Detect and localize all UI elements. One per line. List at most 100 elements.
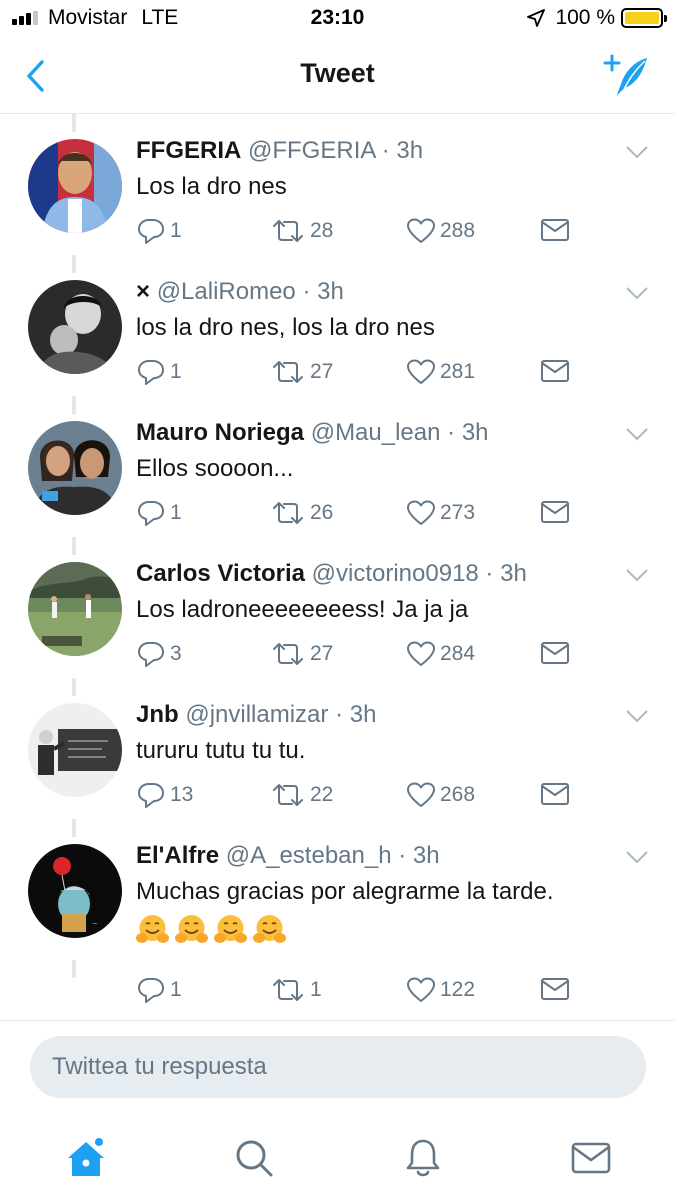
reply-count: 3 [170,642,182,665]
reply-button[interactable]: 13 [136,781,193,809]
tab-home[interactable] [56,1128,116,1188]
like-button[interactable]: 288 [406,217,475,245]
author-name[interactable]: FFGERIA [136,137,241,164]
retweet-button[interactable]: 22 [270,781,333,809]
author-name[interactable]: El'Alfre [136,842,219,869]
like-button[interactable]: 122 [406,976,475,1004]
like-count: 288 [440,219,476,242]
avatar[interactable] [28,562,122,656]
retweet-button[interactable]: 28 [270,217,333,245]
chevron-down-icon[interactable] [625,567,649,583]
tweet-item[interactable]: FFGERIA @FFGERIA · 3h Los la dro nes 1 2… [0,114,675,255]
tweet-text: Los la dro nes [136,173,287,200]
tweet-time: 3h [500,560,527,587]
reply-button[interactable]: 3 [136,640,182,668]
emoji-row [136,913,645,946]
reply-composer [0,1020,675,1120]
nav-bar: Tweet [0,38,675,114]
hugging-face-emoji-icon [253,915,286,943]
tweet-item[interactable]: ~ El'Alfre @A_esteban_h · 3h Muchas grac… [0,819,675,1020]
battery-icon [621,8,667,28]
reply-button[interactable]: 1 [136,499,182,527]
author-handle[interactable]: @Mau_lean [311,419,441,446]
reply-button[interactable]: 1 [136,358,182,386]
chevron-down-icon[interactable] [625,285,649,301]
author-name[interactable]: Carlos Victoria [136,560,305,587]
direct-message-button[interactable] [540,640,574,666]
like-button[interactable]: 284 [406,640,475,668]
tweet-header: Mauro Noriega @Mau_lean · 3h [136,418,645,448]
heart-icon [407,500,435,525]
tweet-content: Jnb @jnvillamizar · 3h tururu tutu tu tu… [136,700,645,768]
avatar[interactable] [28,421,122,515]
avatar[interactable]: ~ [28,844,122,938]
reply-thread: FFGERIA @FFGERIA · 3h Los la dro nes 1 2… [0,114,675,1020]
retweet-icon [273,784,303,806]
avatar[interactable] [28,139,122,233]
chevron-down-icon[interactable] [625,426,649,442]
heart-icon [407,218,435,243]
direct-message-button[interactable] [540,499,574,525]
avatar[interactable] [28,280,122,374]
retweet-icon [273,361,303,383]
chevron-down-icon[interactable] [625,708,649,724]
tweet-header: Jnb @jnvillamizar · 3h [136,700,645,730]
retweet-button[interactable]: 26 [270,499,333,527]
chevron-down-icon[interactable] [625,144,649,160]
retweet-count: 28 [310,219,334,242]
tweet-actions: 1 27 281 [136,358,636,394]
retweet-button[interactable]: 27 [270,358,333,386]
reply-button[interactable]: 1 [136,217,182,245]
retweet-icon [273,220,303,242]
reply-input[interactable] [30,1036,646,1098]
direct-message-button[interactable] [540,976,574,1002]
author-handle[interactable]: @victorino0918 [312,560,479,587]
author-name[interactable]: Jnb [136,701,179,728]
like-button[interactable]: 268 [406,781,475,809]
compose-tweet-icon[interactable] [603,54,651,98]
tweet-text: Los ladroneeeeeeeess! Ja ja ja [136,596,469,623]
retweet-button[interactable]: 1 [270,976,322,1004]
status-bar: Movistar LTE 23:10 100 % [0,0,675,38]
tweet-text: Muchas gracias por alegrarme la tarde. [136,878,554,905]
tab-search[interactable] [224,1128,284,1188]
retweet-count: 26 [310,501,334,524]
author-name[interactable]: Mauro Noriega [136,419,304,446]
direct-message-button[interactable] [540,781,574,807]
envelope-icon [541,642,569,664]
reply-icon [138,219,164,244]
direct-message-button[interactable] [540,358,574,384]
author-handle[interactable]: @jnvillamizar [185,701,328,728]
tweet-item[interactable]: Mauro Noriega @Mau_lean · 3h Ellos soooo… [0,396,675,537]
tweet-item[interactable]: Jnb @jnvillamizar · 3h tururu tutu tu tu… [0,678,675,819]
retweet-icon [273,979,303,1001]
reply-button[interactable]: 1 [136,976,182,1004]
reply-count: 1 [170,360,182,383]
avatar[interactable] [28,703,122,797]
author-handle[interactable]: @A_esteban_h [226,842,392,869]
tweet-item[interactable]: Carlos Victoria @victorino0918 · 3h Los … [0,537,675,678]
reply-icon [138,783,164,808]
chevron-down-icon[interactable] [625,849,649,865]
direct-message-button[interactable] [540,217,574,243]
display-name-symbol[interactable]: × [136,278,150,305]
home-icon [68,1138,104,1176]
status-right: 100 % [527,6,667,30]
retweet-icon [273,502,303,524]
like-button[interactable]: 273 [406,499,475,527]
tweet-content: FFGERIA @FFGERIA · 3h Los la dro nes [136,136,645,204]
tab-notifications[interactable] [393,1128,453,1188]
retweet-count: 22 [310,783,334,806]
reply-icon [138,978,164,1003]
tab-messages[interactable] [561,1128,621,1188]
author-handle[interactable]: @LaliRomeo [157,278,296,305]
reply-icon [138,501,164,526]
reply-icon [138,642,164,667]
retweet-button[interactable]: 27 [270,640,333,668]
tweet-content: Carlos Victoria @victorino0918 · 3h Los … [136,559,645,627]
reply-icon [138,360,164,385]
author-handle[interactable]: @FFGERIA [248,137,375,164]
separator-dot: · [295,278,318,305]
tweet-item[interactable]: × @LaliRomeo · 3h los la dro nes, los la… [0,255,675,396]
like-button[interactable]: 281 [406,358,475,386]
